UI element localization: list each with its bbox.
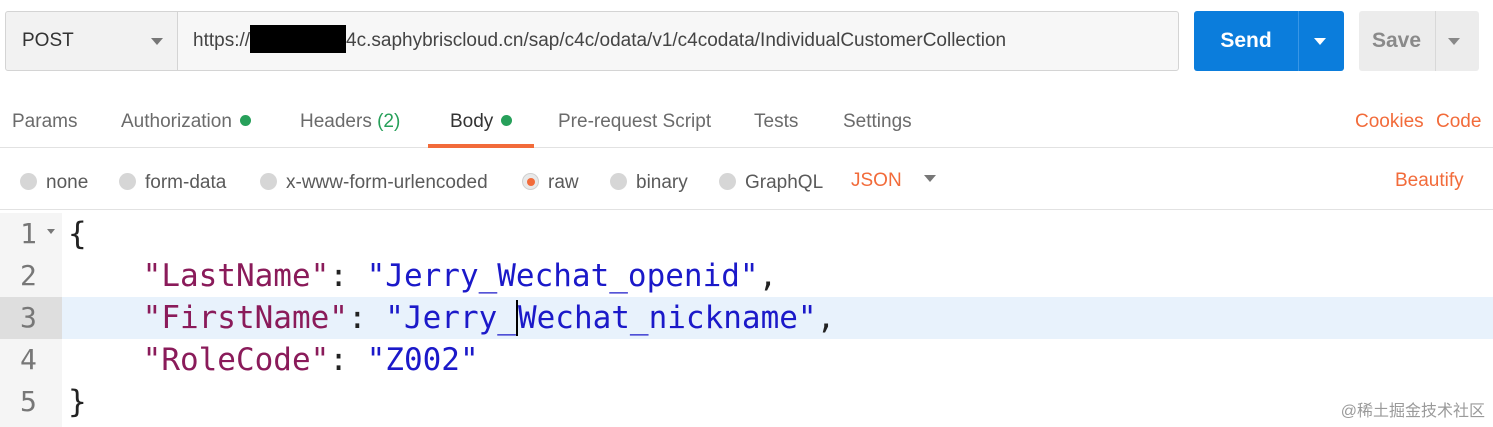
json-colon: : xyxy=(347,300,386,336)
tab-body[interactable]: Body xyxy=(427,100,535,148)
radio-label: GraphQL xyxy=(745,172,824,193)
json-value: "Jerry_Wechat_openid" xyxy=(366,258,759,294)
editor-line: 2 "LastName": "Jerry_Wechat_openid", xyxy=(0,255,1493,297)
json-value: "Z002" xyxy=(366,342,479,378)
code-text: "FirstName": "Jerry_Wechat_nickname", xyxy=(68,297,835,339)
line-number: 1 xyxy=(20,217,37,250)
line-number: 2 xyxy=(20,259,37,292)
method-label: POST xyxy=(22,30,74,51)
code-text: "RoleCode": "Z002" xyxy=(68,339,479,381)
radio-circle-icon xyxy=(119,172,136,190)
url-input[interactable]: https:// 4c.saphybriscloud.cn/sap/c4c/oda… xyxy=(177,11,1179,71)
line-number: 4 xyxy=(20,343,37,376)
json-colon: : xyxy=(329,342,367,378)
code-text: "LastName": "Jerry_Wechat_openid", xyxy=(68,255,778,297)
request-tabs: Params Authorization Headers (2) Body Pr… xyxy=(0,100,1493,148)
json-key: "RoleCode" xyxy=(142,342,330,378)
send-button[interactable]: Send xyxy=(1194,11,1344,71)
radio-label: x-www-form-urlencoded xyxy=(286,172,488,193)
radio-binary[interactable]: binary xyxy=(610,160,688,206)
radio-checked-icon xyxy=(522,172,539,190)
radio-circle-icon xyxy=(20,172,37,190)
json-key: "LastName" xyxy=(142,258,330,294)
tab-label: Tests xyxy=(754,111,799,132)
tab-pre-request-script[interactable]: Pre-request Script xyxy=(558,100,711,148)
editor-line: 5 } xyxy=(0,381,1493,423)
tab-tests[interactable]: Tests xyxy=(754,100,798,148)
radio-circle-icon xyxy=(260,172,277,190)
json-comma: , xyxy=(816,300,836,336)
tab-count: (2) xyxy=(377,111,401,132)
json-colon: : xyxy=(329,258,367,294)
radio-form-data[interactable]: form-data xyxy=(119,160,226,206)
tab-label: Params xyxy=(12,111,78,132)
beautify-button[interactable]: Beautify xyxy=(1395,160,1464,206)
tab-label: Settings xyxy=(843,111,912,132)
tab-params[interactable]: Params xyxy=(12,100,77,148)
radio-label: binary xyxy=(636,172,688,193)
tab-label: Authorization xyxy=(121,111,232,132)
send-divider xyxy=(1298,11,1299,71)
radio-circle-icon xyxy=(719,172,736,190)
send-label: Send xyxy=(1220,29,1272,52)
url-prefix: https:// xyxy=(193,30,251,51)
radio-raw[interactable]: raw xyxy=(522,160,579,206)
format-label: JSON xyxy=(851,170,902,191)
chevron-down-icon xyxy=(151,38,163,45)
line-number: 3 xyxy=(0,297,62,339)
tab-settings[interactable]: Settings xyxy=(843,100,912,148)
radio-circle-icon xyxy=(610,172,627,190)
radio-label: none xyxy=(46,172,89,193)
redacted-host-block xyxy=(250,24,347,53)
json-value-part: "Jerry_ xyxy=(385,300,516,336)
code-text: } xyxy=(68,381,87,423)
radio-label: raw xyxy=(548,172,579,193)
status-dot-icon xyxy=(239,114,251,126)
code-text: { xyxy=(68,213,87,255)
save-button[interactable]: Save xyxy=(1359,11,1479,71)
json-value-part: Wechat_nickname" xyxy=(517,300,817,336)
cookies-link[interactable]: Cookies xyxy=(1355,100,1424,144)
fold-caret-icon[interactable] xyxy=(47,229,55,234)
editor-line: 4 "RoleCode": "Z002" xyxy=(0,339,1493,381)
chevron-down-icon xyxy=(923,175,936,183)
tab-label: Headers xyxy=(300,111,372,132)
save-label: Save xyxy=(1371,29,1422,52)
radio-label: form-data xyxy=(145,172,227,193)
url-suffix: 4c.saphybriscloud.cn/sap/c4c/odata/v1/c4… xyxy=(346,30,1007,51)
code-editor[interactable]: 1 { 2 "LastName": "Jerry_Wechat_openid",… xyxy=(0,213,1493,427)
request-bar: POST https:// 4c.saphybriscloud.cn/sap/c4… xyxy=(5,11,1479,71)
format-select[interactable]: JSON xyxy=(851,160,936,206)
tab-headers[interactable]: Headers (2) xyxy=(300,100,400,148)
save-chevron-down-icon[interactable] xyxy=(1448,38,1460,45)
json-key: "FirstName" xyxy=(142,300,348,336)
editor-line: 1 { xyxy=(0,213,1493,255)
brace-open: { xyxy=(68,216,87,252)
line-number: 5 xyxy=(20,385,37,418)
body-type-options: none form-data x-www-form-urlencoded raw… xyxy=(0,160,1493,210)
json-comma: , xyxy=(758,258,778,294)
radio-none[interactable]: none xyxy=(20,160,88,206)
tab-authorization[interactable]: Authorization xyxy=(121,100,251,148)
save-divider xyxy=(1435,11,1436,71)
tab-label: Pre-request Script xyxy=(558,111,712,132)
radio-x-www-form-urlencoded[interactable]: x-www-form-urlencoded xyxy=(260,160,488,206)
watermark: @稀土掘金技术社区 xyxy=(1340,403,1485,420)
brace-close: } xyxy=(68,384,87,420)
editor-line-active: 3 "FirstName": "Jerry_Wechat_nickname", xyxy=(0,297,1493,339)
tab-label: Body xyxy=(450,111,494,132)
method-select[interactable]: POST xyxy=(5,11,178,71)
code-link[interactable]: Code xyxy=(1436,100,1481,144)
send-chevron-down-icon[interactable] xyxy=(1314,38,1326,45)
radio-graphql[interactable]: GraphQL xyxy=(719,160,823,206)
status-dot-icon xyxy=(501,114,513,126)
